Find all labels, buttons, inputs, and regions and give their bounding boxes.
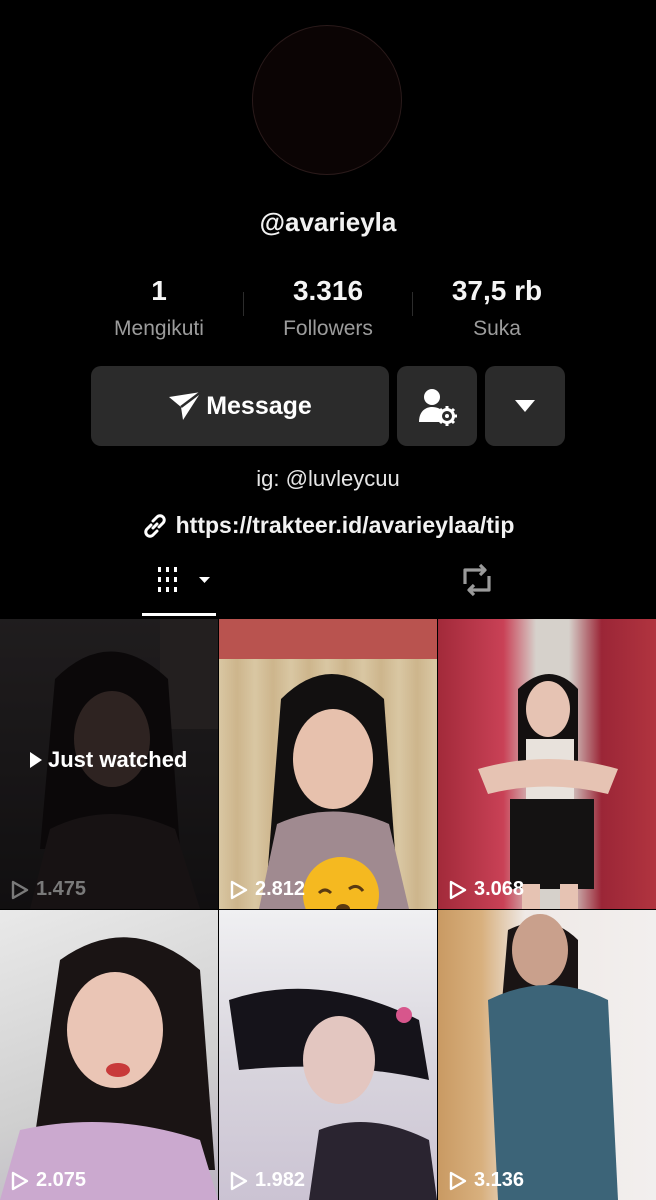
stat-followers[interactable]: 3.316 Followers — [243, 274, 413, 341]
video-thumbnail-image — [438, 910, 656, 1200]
video-thumbnail[interactable]: 1.982 — [219, 910, 437, 1200]
emoji-sticker — [303, 857, 379, 909]
view-count: 1.982 — [229, 1169, 305, 1192]
profile-link-text: https://trakteer.id/avarieylaa/tip — [175, 512, 515, 538]
just-watched-badge: Just watched — [30, 747, 187, 773]
play-outline-icon — [449, 880, 467, 899]
video-thumbnail-image — [0, 910, 218, 1200]
user-settings-button[interactable] — [397, 366, 477, 446]
view-count: 3.136 — [448, 1169, 524, 1192]
user-gear-icon — [419, 389, 457, 426]
play-outline-icon — [230, 1171, 248, 1190]
video-thumbnail-image — [219, 910, 437, 1200]
view-count: 2.075 — [10, 1169, 86, 1192]
stat-following-label: Mengikuti — [114, 317, 204, 340]
play-outline-icon — [449, 1171, 467, 1190]
video-thumbnail[interactable]: 2.812 — [219, 619, 437, 909]
view-count-value: 1.982 — [255, 1169, 306, 1191]
tab-reposts[interactable] — [440, 558, 514, 618]
message-label: Message — [206, 391, 312, 420]
video-thumbnail[interactable]: 3.136 — [438, 910, 656, 1200]
view-count: 3.068 — [448, 878, 524, 901]
play-outline-icon — [11, 1171, 29, 1190]
view-count-value: 2.075 — [36, 1169, 87, 1191]
view-count-value: 1.475 — [36, 878, 87, 900]
send-icon — [169, 391, 202, 420]
view-count: 1.475 — [10, 878, 86, 901]
stat-likes-value: 37,5 rb — [451, 275, 543, 306]
tab-selected-indicator — [142, 613, 216, 616]
link-icon — [143, 513, 166, 538]
video-thumbnail-image — [438, 619, 656, 909]
videos-grid-icon — [158, 567, 210, 592]
stat-followers-label: Followers — [283, 317, 373, 340]
play-outline-icon — [11, 880, 29, 899]
just-watched-label: Just watched — [48, 747, 188, 772]
stat-following[interactable]: 1 Mengikuti — [74, 274, 244, 341]
profile-avatar[interactable] — [252, 25, 402, 175]
stat-following-value: 1 — [151, 275, 167, 306]
stat-likes[interactable]: 37,5 rb Suka — [412, 274, 582, 341]
view-count-value: 2.812 — [255, 878, 306, 900]
caret-down-icon — [515, 400, 535, 412]
play-outline-icon — [230, 880, 248, 899]
message-button[interactable]: Message — [91, 366, 389, 446]
video-thumbnail[interactable]: 2.075 — [0, 910, 218, 1200]
repost-icon — [463, 563, 491, 597]
bio-text: ig: @luvleycuu — [256, 466, 400, 491]
video-thumbnail[interactable]: Just watched 1.475 — [0, 619, 218, 909]
video-thumbnail[interactable]: 3.068 — [438, 619, 656, 909]
username: @avarieyla — [259, 207, 397, 237]
view-count: 2.812 — [229, 878, 305, 901]
tab-videos[interactable] — [142, 558, 216, 618]
view-count-value: 3.136 — [474, 1169, 525, 1191]
profile-stats: 1 Mengikuti 3.316 Followers 37,5 rb Suka — [0, 274, 656, 344]
video-grid: Just watched 1.475 2.812 3.068 2.075 1.9… — [0, 619, 656, 1200]
play-filled-icon — [30, 752, 42, 768]
more-options-button[interactable] — [485, 366, 565, 446]
stat-likes-label: Suka — [473, 317, 521, 340]
stat-followers-value: 3.316 — [292, 275, 364, 306]
profile-link[interactable]: https://trakteer.id/avarieylaa/tip — [0, 512, 656, 539]
view-count-value: 3.068 — [474, 878, 525, 900]
